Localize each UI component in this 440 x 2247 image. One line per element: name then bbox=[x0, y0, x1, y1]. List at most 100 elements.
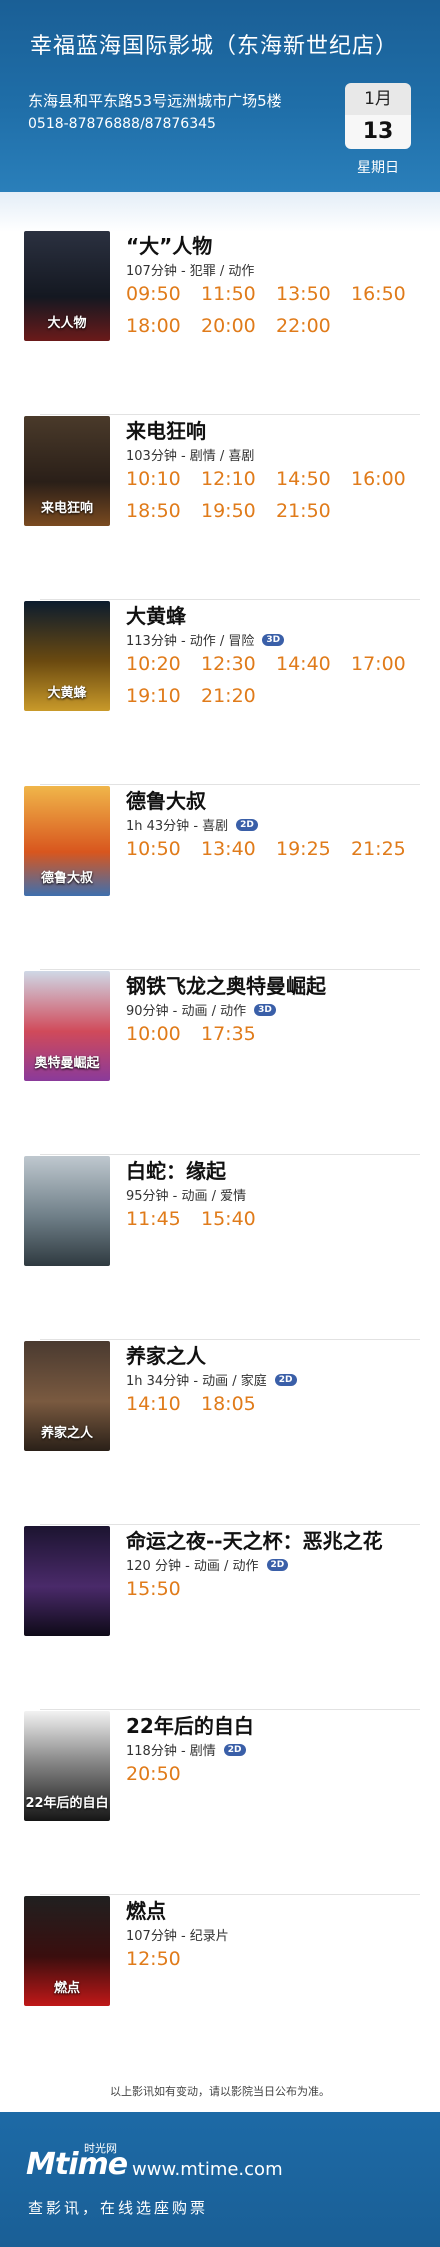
calendar-day: 13 bbox=[345, 115, 411, 149]
movie-poster[interactable]: 养家之人 bbox=[24, 1341, 110, 1451]
movie-title[interactable]: 钢铁飞龙之奥特曼崛起 bbox=[126, 970, 326, 999]
movie-poster[interactable]: 22年后的自白 bbox=[24, 1711, 110, 1821]
cinema-title: 幸福蓝海国际影城（东海新世纪店） bbox=[30, 34, 399, 59]
movie-meta: 107分钟 - 纪录片 bbox=[126, 1925, 229, 1944]
poster-title-art: 燃点 bbox=[53, 1981, 80, 1996]
cinema-address: 东海县和平东路53号远洲城市广场5楼 bbox=[28, 92, 282, 110]
movie-item[interactable]: 大黄蜂 大黄蜂 113分钟 - 动作 / 冒险 3D 10:20 12:30 14:40 17… bbox=[0, 600, 440, 785]
format-badge: 2D bbox=[236, 818, 258, 831]
showtime-grid: 10:00 17:35 bbox=[126, 1020, 426, 1048]
showtime-grid: 12:50 bbox=[126, 1945, 426, 1973]
movie-item[interactable]: 养家之人 养家之人 1h 34分钟 - 动画 / 家庭 2D 14:10 18:05 bbox=[0, 1340, 440, 1525]
showtime[interactable]: 21:25 bbox=[351, 835, 426, 863]
movie-poster[interactable]: 德鲁大叔 bbox=[24, 786, 110, 896]
movie-item[interactable]: 大人物 “大”人物 107分钟 - 犯罪 / 动作 09:50 11:50 13:50 16… bbox=[0, 230, 440, 415]
showtime[interactable]: 10:20 bbox=[126, 650, 201, 678]
movie-title[interactable]: “大”人物 bbox=[126, 230, 212, 259]
movie-title[interactable]: 来电狂响 bbox=[126, 415, 206, 444]
movie-poster[interactable]: 大黄蜂 bbox=[24, 601, 110, 711]
showtime-grid: 10:20 12:30 14:40 17:00 19:10 21:20 bbox=[126, 650, 426, 710]
showtime[interactable]: 14:50 bbox=[276, 465, 351, 493]
showtime[interactable]: 14:10 bbox=[126, 1390, 201, 1418]
movie-duration-genre: 1h 34分钟 - 动画 / 家庭 bbox=[126, 1374, 267, 1389]
showtime[interactable]: 12:10 bbox=[201, 465, 276, 493]
showtime-grid: 10:10 12:10 14:50 16:00 18:50 19:50 21:50 bbox=[126, 465, 426, 525]
movie-meta: 118分钟 - 剧情 2D bbox=[126, 1740, 246, 1759]
showtime[interactable]: 15:50 bbox=[126, 1575, 201, 1603]
showtime-grid: 14:10 18:05 bbox=[126, 1390, 426, 1418]
mtime-tagline: 查影讯，在线选座购票 bbox=[28, 2199, 209, 2217]
poster-title-art: 养家之人 bbox=[40, 1426, 93, 1441]
movie-item[interactable]: 燃点 燃点 107分钟 - 纪录片 12:50 bbox=[0, 1895, 440, 2080]
mtime-url[interactable]: www.mtime.com bbox=[132, 2159, 283, 2180]
movie-title[interactable]: 大黄蜂 bbox=[126, 600, 186, 629]
movie-poster[interactable]: 奥特曼崛起 bbox=[24, 971, 110, 1081]
showtime[interactable]: 15:40 bbox=[201, 1205, 276, 1233]
movie-poster[interactable] bbox=[24, 1526, 110, 1636]
showtime[interactable]: 13:50 bbox=[276, 280, 351, 308]
showtime[interactable]: 17:00 bbox=[351, 650, 426, 678]
showtime[interactable]: 12:50 bbox=[126, 1945, 201, 1973]
header-fade bbox=[0, 192, 440, 232]
movie-poster[interactable] bbox=[24, 1156, 110, 1266]
movie-item[interactable]: 奥特曼崛起 钢铁飞龙之奥特曼崛起 90分钟 - 动画 / 动作 3D 10:00 17:3… bbox=[0, 970, 440, 1155]
movie-meta: 113分钟 - 动作 / 冒险 3D bbox=[126, 630, 285, 649]
showtime-grid: 11:45 15:40 bbox=[126, 1205, 426, 1233]
showtime-grid: 15:50 bbox=[126, 1575, 426, 1603]
showtime[interactable]: 20:50 bbox=[126, 1760, 201, 1788]
format-badge: 3D bbox=[254, 1003, 276, 1016]
showtime[interactable]: 12:30 bbox=[201, 650, 276, 678]
showtime[interactable]: 18:50 bbox=[126, 497, 201, 525]
showtime[interactable]: 10:10 bbox=[126, 465, 201, 493]
movie-poster[interactable]: 燃点 bbox=[24, 1896, 110, 2006]
showtime[interactable]: 11:50 bbox=[201, 280, 276, 308]
showtime[interactable]: 19:25 bbox=[276, 835, 351, 863]
showtime[interactable]: 18:00 bbox=[126, 312, 201, 340]
date-calendar: 1月 13 星期日 bbox=[345, 83, 411, 177]
poster-title-art: 大黄蜂 bbox=[47, 686, 87, 701]
showtime[interactable]: 20:00 bbox=[201, 312, 276, 340]
movie-title[interactable]: 养家之人 bbox=[126, 1340, 206, 1369]
movie-poster[interactable]: 来电狂响 bbox=[24, 416, 110, 526]
movie-poster[interactable]: 大人物 bbox=[24, 231, 110, 341]
showtime[interactable]: 16:50 bbox=[351, 280, 426, 308]
movie-duration-genre: 120 分钟 - 动画 / 动作 bbox=[126, 1559, 259, 1574]
showtime[interactable]: 21:20 bbox=[201, 682, 276, 710]
movie-title[interactable]: 德鲁大叔 bbox=[126, 785, 206, 814]
movie-title[interactable]: 白蛇：缘起 bbox=[126, 1155, 226, 1184]
showtime[interactable]: 11:45 bbox=[126, 1205, 201, 1233]
showtime[interactable]: 21:50 bbox=[276, 497, 351, 525]
showtime[interactable]: 19:50 bbox=[201, 497, 276, 525]
movie-item[interactable]: 22年后的自白 22年后的自白 118分钟 - 剧情 2D 20:50 bbox=[0, 1710, 440, 1895]
showtime[interactable]: 16:00 bbox=[351, 465, 426, 493]
footer-note: 以上影讯如有变动，请以影院当日公布为准。 bbox=[110, 2085, 330, 2098]
showtime-grid: 20:50 bbox=[126, 1760, 426, 1788]
showtime-grid: 09:50 11:50 13:50 16:50 18:00 20:00 22:00 bbox=[126, 280, 426, 340]
poster-title-art: 奥特曼崛起 bbox=[34, 1056, 100, 1071]
showtime[interactable]: 14:40 bbox=[276, 650, 351, 678]
movie-meta: 1h 34分钟 - 动画 / 家庭 2D bbox=[126, 1370, 297, 1389]
movie-duration-genre: 113分钟 - 动作 / 冒险 bbox=[126, 634, 255, 649]
showtime[interactable]: 09:50 bbox=[126, 280, 201, 308]
movie-item[interactable]: 白蛇：缘起 95分钟 - 动画 / 爱情 11:45 15:40 bbox=[0, 1155, 440, 1340]
movie-meta: 103分钟 - 剧情 / 喜剧 bbox=[126, 445, 254, 464]
showtime[interactable]: 10:00 bbox=[126, 1020, 201, 1048]
movie-duration-genre: 90分钟 - 动画 / 动作 bbox=[126, 1004, 247, 1019]
movie-duration-genre: 118分钟 - 剧情 bbox=[126, 1744, 216, 1759]
showtime[interactable]: 17:35 bbox=[201, 1020, 276, 1048]
movie-title[interactable]: 命运之夜--天之杯：恶兆之花 bbox=[126, 1525, 383, 1554]
movie-title[interactable]: 22年后的自白 bbox=[126, 1710, 254, 1739]
movie-list: 大人物 “大”人物 107分钟 - 犯罪 / 动作 09:50 11:50 13:50 16… bbox=[0, 230, 440, 2080]
movie-item[interactable]: 来电狂响 来电狂响 103分钟 - 剧情 / 喜剧 10:10 12:10 14:50 16… bbox=[0, 415, 440, 600]
poster-title-art: 22年后的自白 bbox=[25, 1796, 109, 1811]
movie-item[interactable]: 命运之夜--天之杯：恶兆之花 120 分钟 - 动画 / 动作 2D 15:50 bbox=[0, 1525, 440, 1710]
movie-item[interactable]: 德鲁大叔 德鲁大叔 1h 43分钟 - 喜剧 2D 10:50 13:40 19:25 21:… bbox=[0, 785, 440, 970]
showtime[interactable]: 19:10 bbox=[126, 682, 201, 710]
showtime[interactable]: 22:00 bbox=[276, 312, 351, 340]
format-badge: 2D bbox=[266, 1558, 289, 1571]
format-badge: 2D bbox=[223, 1743, 246, 1756]
movie-title[interactable]: 燃点 bbox=[126, 1895, 166, 1924]
showtime[interactable]: 13:40 bbox=[201, 835, 276, 863]
showtime[interactable]: 18:05 bbox=[201, 1390, 276, 1418]
showtime[interactable]: 10:50 bbox=[126, 835, 201, 863]
